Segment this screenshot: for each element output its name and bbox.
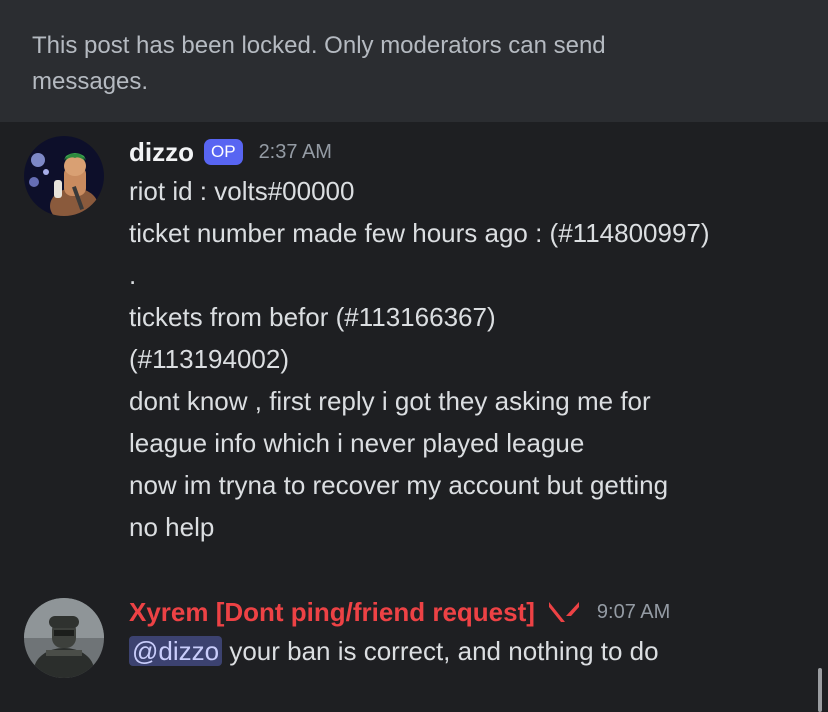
- message-line: dont know , first reply i got they askin…: [129, 386, 651, 416]
- message-line: ticket number made few hours ago : (#114…: [129, 218, 710, 248]
- locked-post-banner: This post has been locked. Only moderato…: [0, 0, 828, 122]
- message-line: now im tryna to recover my account but g…: [129, 470, 669, 500]
- message-line: no help: [129, 512, 215, 542]
- scrollbar-thumb[interactable]: [818, 668, 822, 712]
- username[interactable]: dizzo: [129, 137, 194, 168]
- message-header: dizzo OP 2:37 AM: [129, 134, 808, 170]
- locked-banner-text: This post has been locked. Only moderato…: [32, 32, 606, 95]
- anime-swordsman-avatar-icon: [24, 136, 104, 216]
- user-avatar[interactable]: [24, 136, 104, 216]
- username[interactable]: Xyrem [Dont ping/friend request]: [129, 597, 535, 628]
- message-text: your ban is correct, and nothing to do: [222, 636, 659, 666]
- message-body: @dizzo your ban is correct, and nothing …: [129, 630, 808, 672]
- timestamp: 9:07 AM: [596, 600, 671, 623]
- message-content: dizzo OP 2:37 AM riot id : volts#00000 t…: [129, 134, 808, 548]
- timestamp: 2:37 AM: [258, 140, 332, 163]
- soldier-avatar-icon: [24, 598, 104, 678]
- user-mention[interactable]: @dizzo: [129, 636, 223, 666]
- message-line: @dizzo your ban is correct, and nothing …: [129, 630, 808, 672]
- message-header: Xyrem [Dont ping/friend request] 9:07 AM: [129, 594, 808, 630]
- message-line: riot id : volts#00000: [129, 176, 355, 206]
- message-line: .: [129, 260, 137, 290]
- message-line: tickets from befor (#113166367): [129, 302, 496, 332]
- message-body: riot id : volts#00000 ticket number made…: [129, 170, 808, 548]
- op-badge: OP: [204, 139, 243, 165]
- valorant-logo-icon: [548, 602, 579, 622]
- user-avatar[interactable]: [24, 598, 104, 678]
- message-content: Xyrem [Dont ping/friend request] 9:07 AM…: [129, 594, 808, 672]
- message-line: league info which i never played league: [129, 428, 585, 458]
- message-line: (#113194002): [129, 344, 289, 374]
